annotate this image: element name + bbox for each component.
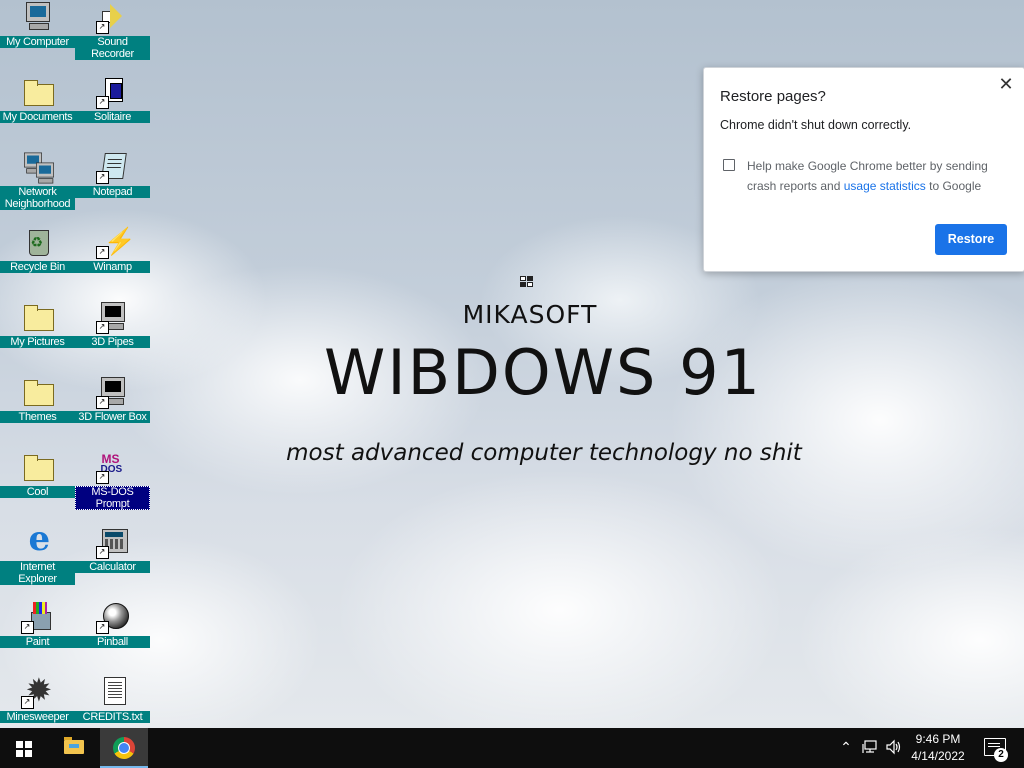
desktop-icon[interactable]: ↗ Notepad: [75, 150, 150, 220]
ball-icon: ↗: [95, 600, 130, 634]
dialog-title: Restore pages?: [720, 88, 826, 105]
desktop-icon-label: MS-DOS Prompt: [75, 486, 150, 510]
folder-icon: [21, 75, 55, 109]
taskbar-chrome[interactable]: [100, 728, 148, 768]
desktop-icon[interactable]: CREDITS.txt: [75, 675, 150, 728]
shortcut-arrow-icon: ↗: [95, 621, 109, 634]
shortcut-arrow-icon: ↗: [95, 471, 109, 484]
chevron-up-icon[interactable]: ⌃: [838, 738, 854, 756]
desktop-icon-label: My Computer: [0, 36, 75, 48]
system-clock[interactable]: 9:46 PM 4/14/2022: [902, 731, 974, 765]
desktop: My Computer ↗ Sound Recorder My Documents ↗ S…: [0, 0, 1024, 728]
monitor-icon: [21, 0, 55, 34]
desktop-icon[interactable]: ↗ Pinball: [75, 600, 150, 670]
desktop-icon[interactable]: Network Neighborhood: [0, 150, 75, 220]
tagline: most advanced computer technology no shi…: [286, 440, 802, 466]
desktop-icon[interactable]: ↗ Paint: [0, 600, 75, 670]
windows-logo-icon: [16, 741, 32, 757]
desktop-icon-label: Themes: [0, 411, 75, 423]
brand-text: MIKASOFT: [462, 300, 598, 329]
volume-icon[interactable]: [885, 738, 901, 756]
desktop-icon-label: Calculator: [75, 561, 150, 573]
gear-icon: ↗: [20, 671, 55, 709]
desktop-icon-label: Notepad: [75, 186, 150, 198]
desktop-icon[interactable]: ↗ Winamp: [75, 225, 150, 295]
shortcut-arrow-icon: ↗: [20, 621, 34, 634]
desktop-icon-label: 3D Flower Box: [75, 411, 150, 423]
desktop-icon[interactable]: ↗ Solitaire: [75, 75, 150, 145]
shortcut-arrow-icon: ↗: [95, 246, 109, 259]
dialog-message: Chrome didn't shut down correctly.: [720, 118, 912, 132]
restore-pages-dialog: Restore pages? ✕ Chrome didn't shut down…: [703, 67, 1024, 272]
desktop-icon-label: Solitaire: [75, 111, 150, 123]
shortcut-arrow-icon: ↗: [95, 96, 109, 109]
desktop-icon[interactable]: My Documents: [0, 75, 75, 145]
cards-icon: ↗: [95, 75, 130, 109]
shortcut-arrow-icon: ↗: [95, 21, 109, 34]
taskbar: ⌃ 9:46 PM 4/14/2022 2: [0, 728, 1024, 768]
desktop-icon-label: CREDITS.txt: [75, 711, 150, 723]
shortcut-arrow-icon: ↗: [95, 171, 109, 184]
network-icon: [21, 150, 55, 184]
taskbar-file-explorer[interactable]: [50, 728, 98, 768]
desktop-icon-label: Cool: [0, 486, 75, 498]
notepad-icon: ↗: [95, 150, 130, 184]
restore-button[interactable]: Restore: [935, 224, 1007, 255]
start-button[interactable]: [0, 728, 48, 768]
usage-statistics-link[interactable]: usage statistics: [844, 179, 926, 193]
desktop-icon-label: Minesweeper: [0, 711, 75, 723]
desktop-icon-label: Paint: [0, 636, 75, 648]
crash-report-text-end: to Google: [929, 179, 982, 193]
bolt-icon: ↗: [95, 225, 136, 259]
notification-count: 2: [994, 748, 1008, 762]
bin-icon: [21, 225, 55, 259]
desktop-icon-label: Internet Explorer: [0, 561, 75, 585]
desktop-icon-label: Sound Recorder: [75, 36, 150, 60]
shortcut-arrow-icon: ↗: [20, 696, 34, 709]
doc-icon: [96, 675, 130, 709]
clock-time: 9:46 PM: [915, 732, 961, 746]
windows-flag-icon: [520, 276, 533, 287]
desktop-icon[interactable]: ↗ Calculator: [75, 525, 150, 595]
chrome-icon: [113, 737, 135, 759]
desktop-icon-label: Pinball: [75, 636, 150, 648]
calc-icon: ↗: [95, 525, 130, 559]
desktop-icon[interactable]: Recycle Bin: [0, 225, 75, 295]
desktop-icon[interactable]: ↗ Sound Recorder: [75, 0, 150, 70]
desktop-icon[interactable]: ↗ Minesweeper: [0, 671, 75, 728]
desktop-icon-label: My Documents: [0, 111, 75, 123]
product-title: WIBDOWS 91: [324, 336, 762, 409]
close-icon[interactable]: ✕: [996, 74, 1016, 94]
desktop-icon-label: Network Neighborhood: [0, 186, 75, 210]
desktop-icon[interactable]: My Computer: [0, 0, 75, 70]
crash-report-checkbox[interactable]: [723, 159, 735, 171]
desktop-icon[interactable]: Internet Explorer: [0, 519, 75, 595]
speaker-icon: ↗: [95, 0, 130, 34]
ie-icon: [21, 519, 55, 559]
shortcut-arrow-icon: ↗: [95, 546, 109, 559]
desktop-icon-label: Recycle Bin: [0, 261, 75, 273]
network-icon[interactable]: [862, 738, 878, 756]
paint-icon: ↗: [20, 600, 55, 634]
crash-report-label: Help make Google Chrome better by sendin…: [747, 156, 1007, 196]
clock-date: 4/14/2022: [911, 749, 965, 763]
desktop-icon-label: Winamp: [75, 261, 150, 273]
file-explorer-icon: [64, 737, 84, 754]
